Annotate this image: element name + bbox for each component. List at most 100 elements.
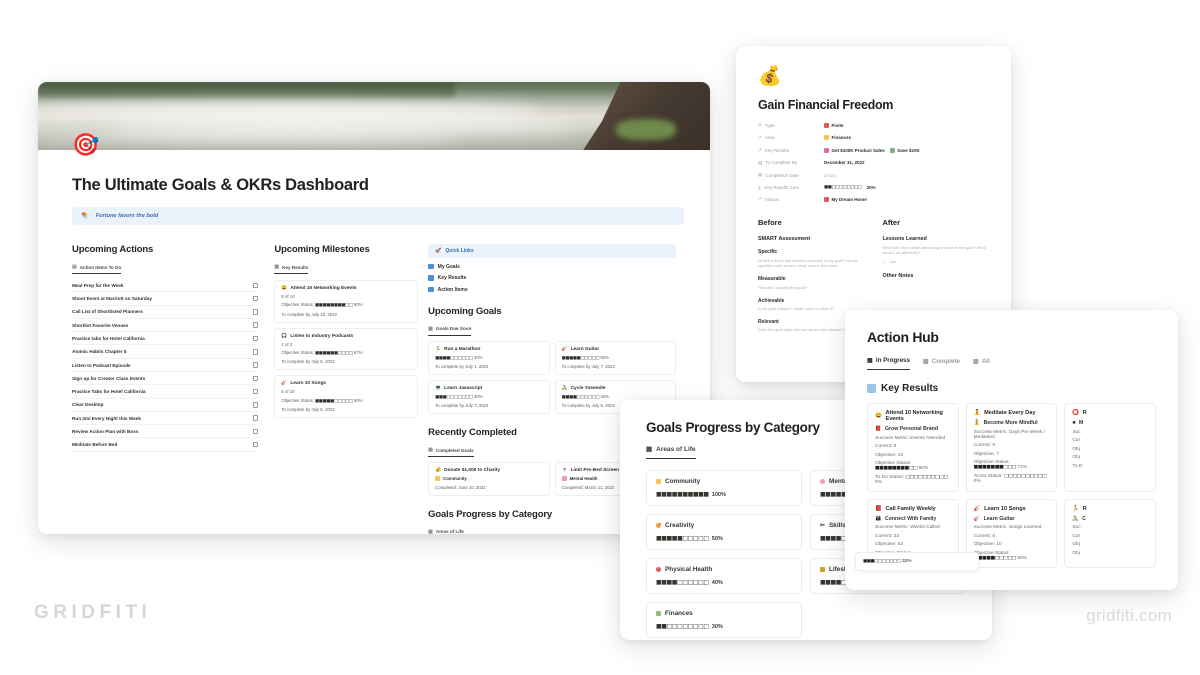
category-swatch <box>561 476 567 482</box>
list-item[interactable]: Shortlist Favorite Venues <box>72 319 259 333</box>
category-card[interactable]: Physical Health ■■■■□□□□□□ 40% <box>646 558 802 594</box>
checkbox-icon[interactable] <box>252 335 259 342</box>
list-item[interactable]: Review Action Plan with Boss <box>72 425 259 439</box>
key-result-card[interactable]: 😀 Attend 10 Networking Events 📕 Grow Perso… <box>867 403 959 492</box>
category-card[interactable]: Community ■■■■■■■■■■ 100% <box>646 470 802 506</box>
checkbox-icon[interactable] <box>252 309 259 315</box>
smart-label: Specific <box>758 249 778 255</box>
kr-current: Current: 5 <box>973 443 995 448</box>
list-item[interactable]: Practice tabs for Hotel California <box>72 332 259 346</box>
database-icon <box>428 286 434 293</box>
card-count: 2 of 3 <box>281 341 293 347</box>
checkbox-icon[interactable] <box>252 322 259 328</box>
quick-link-key-results[interactable]: Key Results <box>428 275 676 281</box>
item-label: Sign up for Creator Class Events <box>72 375 146 381</box>
tab-areas-of-life[interactable]: ▦ Areas of Life <box>646 445 696 459</box>
type-icon: ⊙ <box>758 122 762 127</box>
category-card[interactable]: Finances ■■□□□□□□□□ 30% <box>646 602 802 638</box>
property-row[interactable]: ↗ Area Finances <box>758 135 989 141</box>
checkbox-icon[interactable] <box>252 415 259 421</box>
smart-text: How will I quantify this goal? <box>758 284 807 290</box>
list-item[interactable]: Shoot Event at Marriott on Saturday <box>72 292 259 306</box>
tab-action-items-todo[interactable]: ▤ Action Items To Do <box>72 264 122 274</box>
tab-label: Key Results <box>282 264 309 270</box>
list-item[interactable]: Call List of Shortlisted Planners <box>72 306 259 319</box>
tab-label: Goals Due Soon <box>435 326 472 331</box>
checkbox-icon[interactable] <box>252 282 259 289</box>
checkbox-icon[interactable] <box>252 295 259 302</box>
tab-all[interactable]: ▦ All <box>973 358 990 370</box>
goal-title: Gain Financial Freedom <box>758 98 894 112</box>
goal-card[interactable]: 🏃 Run a Marathon ■■■■□□□□□□ 40% To comple… <box>428 340 550 375</box>
quick-link-action-items[interactable]: Action Items <box>428 287 676 293</box>
kr-metric: Suc <box>1072 429 1081 435</box>
property-row[interactable]: ∑ Key Results Com... ■■□□□□□□□□ 20% <box>758 185 989 190</box>
category-swatch <box>435 476 441 482</box>
emoji-icon: 🎸 <box>973 505 981 512</box>
quick-link-my-goals[interactable]: My Goals <box>428 264 676 270</box>
key-result-card[interactable]: 🧘 Meditate Every Day 🧘 Become More Mindful… <box>965 403 1058 492</box>
item-label: Clear Desktop <box>72 402 104 408</box>
upcoming-goals-heading: Upcoming Goals <box>428 305 502 317</box>
item-label: Shortlist Favorite Venues <box>72 322 129 328</box>
checkbox-icon[interactable] <box>252 362 259 368</box>
list-item[interactable]: Atomic Habits Chapter 5 <box>72 345 259 359</box>
key-result-card[interactable]: ⭕ R ■ M Suc Cur Obj Obj To-D <box>1064 403 1156 492</box>
list-item[interactable]: Run 2mi Every Night this Week <box>72 412 259 426</box>
progress-bar: ■■■□□□□□□□ <box>863 559 901 564</box>
progress-pct: 40% <box>473 354 483 360</box>
milestone-card[interactable]: 🎸 Learn 10 Songs 5 of 10 Objective Statu… <box>274 375 419 418</box>
action-items-list: Meal Prep for the Week Shoot Event at Ma… <box>72 279 259 452</box>
card-due: To complete by July 1, 2022 <box>435 363 489 369</box>
property-row[interactable]: ↗ Visions My Dream Home <box>758 196 989 202</box>
checkbox-icon[interactable] <box>252 388 259 395</box>
key-result-card[interactable]: 🏃 R 🚴 C Suc Cur Obj Obj <box>1064 498 1156 568</box>
kr-obj-label: Obj <box>1072 550 1080 556</box>
key-result-card[interactable]: 🎸 Learn 10 Songs 🎸 Learn Guitar Success Me… <box>965 498 1058 568</box>
completed-card[interactable]: 💰 Donate $1,000 to Charity Community Comp… <box>428 462 550 496</box>
after-heading: After <box>882 218 901 227</box>
property-row[interactable]: ▤ To Complete By December 31, 2022 <box>758 160 989 166</box>
action-hub-window: Action Hub ▦ In Progress ▦ Complete ▦ Al… <box>845 310 1178 590</box>
key-results-section-heading: Key Results <box>867 383 1156 394</box>
list-item[interactable]: Meditate Before Bed <box>72 438 259 452</box>
checkbox-icon[interactable] <box>252 441 259 448</box>
checkbox-icon[interactable] <box>252 428 259 435</box>
tab-areas-of-life[interactable]: ▦ Areas of Life <box>428 529 464 534</box>
emoji-icon: 👨‍👩‍👧 <box>875 515 882 522</box>
property-row[interactable]: ⊙ Type Finite <box>758 122 989 128</box>
milestone-card[interactable]: 🎧 Listen to Industry Podcasts 2 of 3 Obj… <box>274 327 419 371</box>
checkbox-icon[interactable] <box>252 402 259 408</box>
list-item[interactable]: Clear Desktop <box>72 399 259 412</box>
checkbox-icon[interactable] <box>252 349 259 355</box>
tab-key-results[interactable]: ▦ Key Results <box>274 264 309 274</box>
list-item[interactable]: Meal Prep for the Week <box>72 279 259 293</box>
progress-bar: ■■■■■■■□□□ <box>973 465 1017 470</box>
checkbox-icon[interactable] <box>252 375 259 382</box>
kr-metric: Suc <box>1072 525 1081 530</box>
list-item[interactable]: Sign up for Creator Class Events <box>72 372 259 386</box>
emoji-icon: 🎸 <box>561 346 568 352</box>
property-row[interactable]: ↗ Key Results Get $100K Product Sales Sav… <box>758 147 989 153</box>
list-item[interactable]: Practice Tabs for Hotel California <box>72 385 259 399</box>
category-card[interactable]: Creativity ■■■■■□□□□□ 50% <box>646 514 802 550</box>
progress-bar: ■■■■□□□□□□ <box>656 579 709 586</box>
smart-label: Measurable <box>758 276 786 283</box>
tab-goals-due-soon[interactable]: ▦ Goals Due Soon <box>428 326 472 336</box>
goal-card[interactable]: 💻 Learn Javascript ■■■□□□□□□□ 30% To comp… <box>428 379 550 415</box>
emoji-icon: 🏃 <box>1072 505 1080 512</box>
overlap-progress-card[interactable]: ■■■□□□□□□□ 32% <box>855 552 979 571</box>
lessons-text: What did I learn while attempting to ach… <box>882 244 986 256</box>
item-label: Atomic Habits Chapter 5 <box>72 349 127 355</box>
tab-complete[interactable]: ▦ Complete <box>923 358 960 370</box>
property-row[interactable]: ▤ Completion Date Empty <box>758 172 989 178</box>
tab-in-progress[interactable]: ▦ In Progress <box>867 357 910 370</box>
list-item[interactable]: Listen to Podcast Episode <box>72 359 259 372</box>
kr-objective: Objective: 7 <box>973 451 999 457</box>
milestone-card[interactable]: 😀 Attend 10 Networking Events 8 of 10 Ob… <box>274 280 419 323</box>
goal-card[interactable]: 🎸 Learn Guitar ■■■■■□□□□□ 50% To complete… <box>554 340 676 375</box>
tab-completed-goals[interactable]: ▦ Completed Goals <box>428 447 474 458</box>
category-swatch <box>656 567 661 572</box>
quick-links-label: Quick Links <box>445 248 474 254</box>
item-label: Meditate Before Bed <box>72 442 118 448</box>
